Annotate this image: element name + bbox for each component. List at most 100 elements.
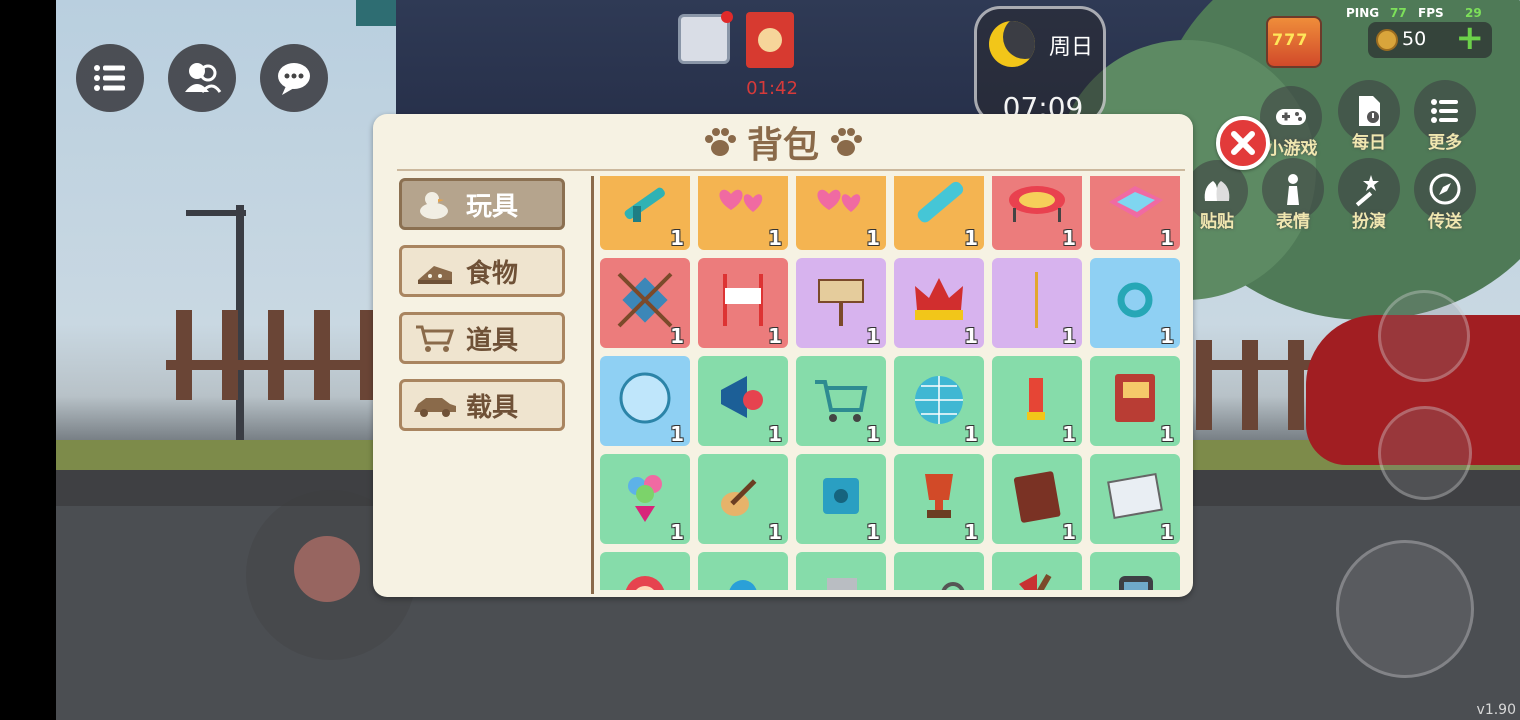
- inventory-slot[interactable]: 1: [992, 356, 1082, 446]
- inventory-slot[interactable]: [796, 552, 886, 590]
- inventory-slot[interactable]: [1090, 552, 1180, 590]
- backpack-button[interactable]: [1378, 406, 1472, 500]
- jump-button[interactable]: [1336, 540, 1474, 678]
- day-clock: 周日 07:09: [974, 6, 1106, 124]
- list-menu-button[interactable]: [76, 44, 144, 112]
- axe-icon: [1019, 573, 1052, 590]
- inventory-slot[interactable]: 1: [698, 176, 788, 250]
- inventory-slot[interactable]: 1: [992, 454, 1082, 544]
- item-quantity: 1: [670, 520, 684, 544]
- title-divider: [397, 169, 1185, 171]
- item-quantity: 1: [1062, 520, 1076, 544]
- red-packet-button[interactable]: [746, 12, 794, 68]
- inventory-slot[interactable]: 1: [796, 258, 886, 348]
- newspaper-event-button[interactable]: [678, 11, 733, 64]
- item-quantity: 1: [1160, 226, 1174, 250]
- hearts-icon: [719, 189, 763, 212]
- inventory-slot[interactable]: [698, 552, 788, 590]
- inventory-slot[interactable]: 1: [796, 356, 886, 446]
- backpack-panel: 背包 玩具 食物 道具 载具 1 1 1 1 1 1 1 1 1 1 1 1 1 1 1 1 1 1 1 1 1 1 1 1: [373, 114, 1193, 597]
- magic-wand-icon: [1355, 175, 1379, 207]
- tab-props[interactable]: 道具: [399, 312, 565, 364]
- version-label: v1.90: [1476, 702, 1516, 718]
- inventory-slot[interactable]: 1: [894, 356, 984, 446]
- item-quantity: 1: [670, 422, 684, 446]
- inventory-slot[interactable]: 1: [1090, 356, 1180, 446]
- inventory-slot[interactable]: 1: [1090, 176, 1180, 250]
- paw-icon: [704, 128, 736, 156]
- inventory-slot[interactable]: 1: [698, 454, 788, 544]
- inventory-slot[interactable]: 1: [992, 258, 1082, 348]
- fps-label: FPS: [1418, 6, 1444, 20]
- lamp-arm: [186, 210, 246, 216]
- slot-machine-button[interactable]: 777: [1266, 16, 1322, 68]
- inventory-slot[interactable]: 1: [698, 356, 788, 446]
- teleport-label: 传送: [1428, 212, 1462, 232]
- cart-icon: [416, 325, 455, 352]
- hearts-icon: [817, 189, 861, 212]
- inventory-slot[interactable]: 1: [894, 176, 984, 250]
- daily-document-icon: [1359, 96, 1380, 126]
- card-icon: [827, 578, 857, 590]
- disco-ball-icon: [915, 376, 963, 424]
- friends-button[interactable]: [168, 44, 236, 112]
- friends-icon: [185, 63, 222, 94]
- megaphone-icon: [721, 376, 763, 418]
- coin-icon: [1376, 29, 1398, 51]
- whip-icon: [941, 582, 965, 590]
- bouquet-icon: [628, 475, 662, 522]
- ping-label: PING: [1346, 6, 1380, 20]
- safe-icon: [823, 478, 859, 514]
- inventory-slot[interactable]: 1: [698, 258, 788, 348]
- inventory-slot[interactable]: 1: [600, 176, 690, 250]
- add-coins-button[interactable]: +: [1456, 21, 1485, 55]
- inventory-slot[interactable]: 1: [600, 454, 690, 544]
- item-quantity: 1: [964, 324, 978, 348]
- inventory-slot[interactable]: 1: [600, 258, 690, 348]
- inventory-slot[interactable]: [894, 552, 984, 590]
- item-quantity: 1: [866, 520, 880, 544]
- trampoline-icon: [1009, 186, 1065, 222]
- signboard-icon: [818, 279, 864, 326]
- tab-label: 玩具: [466, 191, 519, 222]
- item-quantity: 1: [670, 226, 684, 250]
- shopping-cart-icon: [815, 380, 868, 422]
- inventory-slot[interactable]: 1: [1090, 454, 1180, 544]
- tab-vehicles[interactable]: 载具: [399, 379, 565, 431]
- close-button[interactable]: [1216, 116, 1270, 170]
- item-quantity: 1: [768, 520, 782, 544]
- tab-food[interactable]: 食物: [399, 245, 565, 297]
- tab-toys[interactable]: 玩具: [399, 178, 565, 230]
- inventory-slot[interactable]: [992, 552, 1082, 590]
- trophy-icon: [925, 474, 953, 518]
- inventory-slot[interactable]: 1: [600, 356, 690, 446]
- car-icon: [414, 398, 456, 417]
- joystick-paw-knob[interactable]: [294, 536, 360, 602]
- item-quantity: 1: [866, 226, 880, 250]
- inventory-slot[interactable]: 1: [992, 176, 1082, 250]
- item-quantity: 1: [1062, 226, 1076, 250]
- item-grid: 1 1 1 1 1 1 1 1 1 1 1 1 1 1 1 1 1 1 1 1 1 1 1 1: [600, 176, 1184, 590]
- daily-label: 每日: [1352, 133, 1386, 153]
- item-quantity: 1: [866, 324, 880, 348]
- inventory-slot[interactable]: 1: [894, 258, 984, 348]
- item-quantity: 1: [1160, 324, 1174, 348]
- list-icon: [1431, 99, 1458, 123]
- chat-button[interactable]: [260, 44, 328, 112]
- backpack-title: 背包: [746, 125, 819, 166]
- inventory-slot[interactable]: [600, 552, 690, 590]
- inventory-slot[interactable]: 1: [796, 176, 886, 250]
- item-quantity: 1: [964, 422, 978, 446]
- inventory-slot[interactable]: 1: [894, 454, 984, 544]
- doll-icon: [625, 576, 665, 590]
- wand-icon: [1035, 272, 1038, 328]
- pet-cat-button[interactable]: [1378, 290, 1470, 382]
- item-quantity: 1: [768, 226, 782, 250]
- paw-icon: [831, 128, 862, 156]
- bubble-icon: [619, 372, 671, 424]
- red-packet-timer: 01:42: [746, 78, 798, 99]
- inventory-slot[interactable]: 1: [796, 454, 886, 544]
- person-emote-icon: [1287, 174, 1299, 205]
- inventory-slot[interactable]: 1: [1090, 258, 1180, 348]
- notebook-icon: [1013, 471, 1061, 523]
